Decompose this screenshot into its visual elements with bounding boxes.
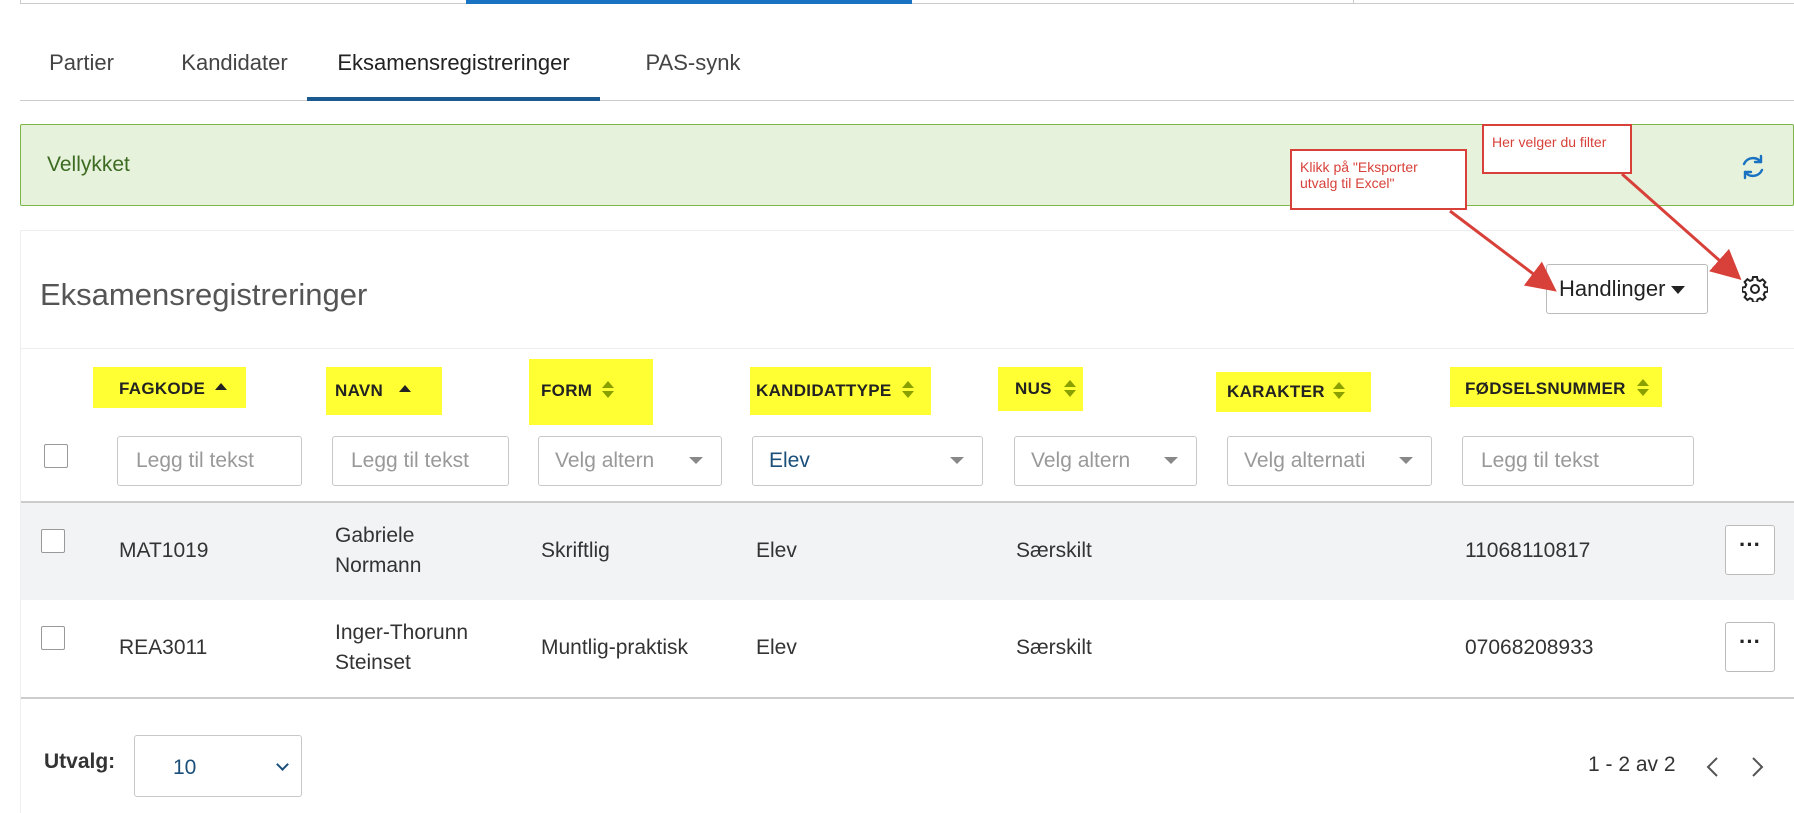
cell-kandidattype: Elev [756,636,797,659]
karakter-filter-select[interactable]: Velg alternati [1227,436,1432,486]
cell-navn: Gabriele Normann [335,521,421,581]
form-filter-value: Velg altern [555,449,655,472]
chevron-down-icon [950,457,964,464]
sort-ascending-icon [399,385,411,392]
column-header-label: NAVN [335,381,384,400]
karakter-filter-value: Velg alternati [1244,449,1366,472]
sort-ascending-icon [215,383,227,390]
column-header-label: FAGKODE [119,379,206,398]
column-header-label: FØDSELSNUMMER [1465,379,1626,398]
nus-filter-value: Velg altern [1031,449,1131,472]
progress-strip [20,0,1794,4]
chevron-down-icon [689,457,703,464]
alert-message: Vellykket [47,153,130,176]
kandidattype-filter-select[interactable]: Elev [752,436,983,486]
chevron-down-icon [1164,457,1178,464]
refresh-icon[interactable] [1739,153,1767,181]
column-header-kandidattype[interactable]: KANDIDATTYPE [750,367,931,415]
sort-both-icon [1333,382,1345,400]
annotation-filter-note: Her velger du filter [1482,124,1632,174]
column-header-label: FORM [541,381,593,400]
progress-strip-separator [1353,0,1354,4]
kandidattype-filter-value: Elev [769,449,810,472]
next-page-icon[interactable] [1747,755,1767,779]
tab-partier[interactable]: Partier [20,40,143,101]
sort-both-icon [1064,380,1076,398]
cell-fodselsnummer: 11068110817 [1465,539,1591,562]
cell-navn-last: Normann [335,554,422,577]
column-header-form[interactable]: FORM [529,359,653,425]
cell-nus: Særskilt [1016,636,1092,659]
column-header-fagkode[interactable]: FAGKODE [93,367,246,408]
fodselsnummer-filter-input[interactable]: Legg til tekst [1462,436,1694,486]
panel-divider [21,348,1794,349]
cell-navn-first: Inger-Thorunn [335,621,469,644]
table-row: REA3011 Inger-Thorunn Steinset Muntlig-p… [21,600,1794,697]
column-header-karakter[interactable]: KARAKTER [1216,372,1371,412]
tab-pas-synk[interactable]: PAS-synk [605,40,781,101]
cell-fodselsnummer: 07068208933 [1465,636,1594,659]
select-all-checkbox[interactable] [44,444,68,468]
navn-filter-input[interactable]: Legg til tekst [332,436,509,486]
column-header-label: NUS [1015,379,1052,398]
page-size-select[interactable]: 10 [134,735,302,797]
tab-kandidater[interactable]: Kandidater [148,40,321,101]
handlinger-button[interactable]: Handlinger [1546,264,1708,314]
column-header-navn[interactable]: NAVN [326,367,442,415]
column-header-nus[interactable]: NUS [998,367,1083,411]
sort-both-icon [902,381,914,399]
annotation-export-note: Klikk på "Eksporter utvalg til Excel" [1290,149,1467,210]
form-filter-select[interactable]: Velg altern [538,436,722,486]
table-row: MAT1019 Gabriele Normann Skriftlig Elev … [21,503,1794,600]
row-checkbox[interactable] [41,626,65,650]
chevron-down-icon [1399,457,1413,464]
chevron-down-icon [276,758,289,771]
nus-filter-select[interactable]: Velg altern [1014,436,1197,486]
registrations-panel: Eksamensregistreringer Handlinger FAGKOD… [20,230,1794,813]
cell-fagkode: REA3011 [119,636,208,659]
row-actions-button[interactable]: ··· [1725,622,1775,672]
tab-eksamensregistreringer[interactable]: Eksamensregistreringer [307,40,600,101]
cell-kandidattype: Elev [756,539,797,562]
cell-navn: Inger-Thorunn Steinset [335,618,468,678]
handlinger-label: Handlinger [1559,276,1666,301]
caret-down-icon [1671,286,1686,295]
pagination-range: 1 - 2 av 2 [1588,753,1676,776]
cell-form: Muntlig-praktisk [541,636,689,659]
progress-strip-active-segment [466,0,912,4]
page-size-label: Utvalg: [44,750,116,773]
column-header-fodselsnummer[interactable]: FØDSELSNUMMER [1450,367,1662,407]
column-header-label: KARAKTER [1227,382,1325,401]
cell-fagkode: MAT1019 [119,539,209,562]
tab-bar: Partier Kandidater Eksamensregistreringe… [20,40,1794,101]
cell-navn-last: Steinset [335,651,411,674]
previous-page-icon[interactable] [1703,755,1723,779]
row-checkbox[interactable] [41,529,65,553]
page-size-value: 10 [173,756,197,779]
cell-navn-first: Gabriele [335,524,415,547]
fagkode-filter-input[interactable]: Legg til tekst [117,436,302,486]
row-actions-button[interactable]: ··· [1725,525,1775,575]
panel-title: Eksamensregistreringer [40,277,368,312]
sort-both-icon [1637,379,1649,397]
cell-nus: Særskilt [1016,539,1092,562]
cell-form: Skriftlig [541,539,610,562]
column-header-label: KANDIDATTYPE [756,381,892,400]
gear-icon[interactable] [1742,276,1768,302]
table-bottom-divider [21,697,1794,699]
annotation-filter-text: Her velger du filter [1492,134,1607,150]
sort-both-icon [602,381,614,399]
annotation-export-line1: Klikk på "Eksporter [1300,159,1418,175]
annotation-export-line2: utvalg til Excel" [1300,175,1395,191]
